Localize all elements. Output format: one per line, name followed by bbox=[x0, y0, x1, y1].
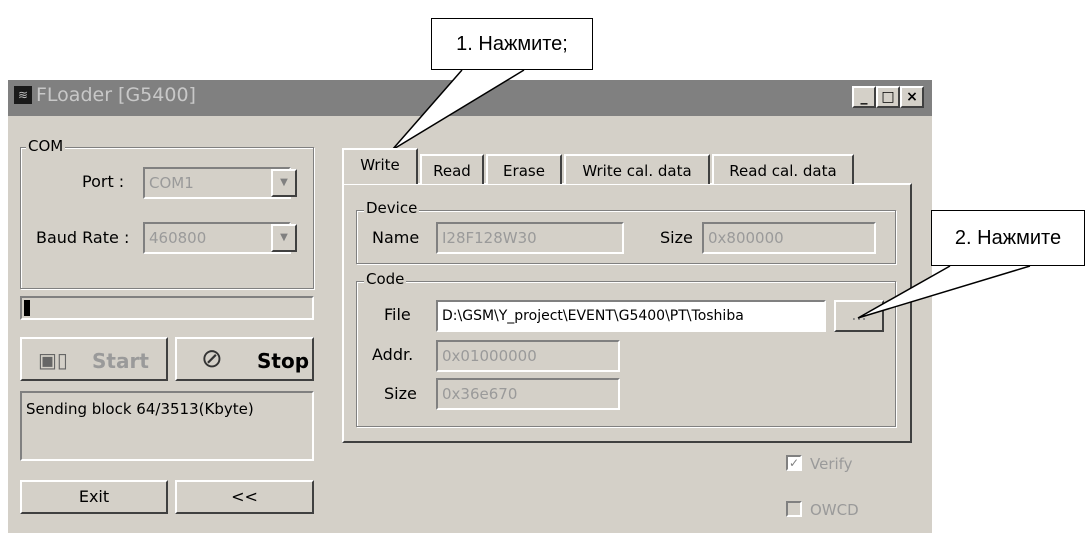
callout-1-leader bbox=[391, 69, 525, 151]
callout-2-leader bbox=[857, 265, 1031, 319]
callout-leaders bbox=[391, 69, 1031, 319]
tab-write[interactable]: Write bbox=[342, 148, 418, 184]
